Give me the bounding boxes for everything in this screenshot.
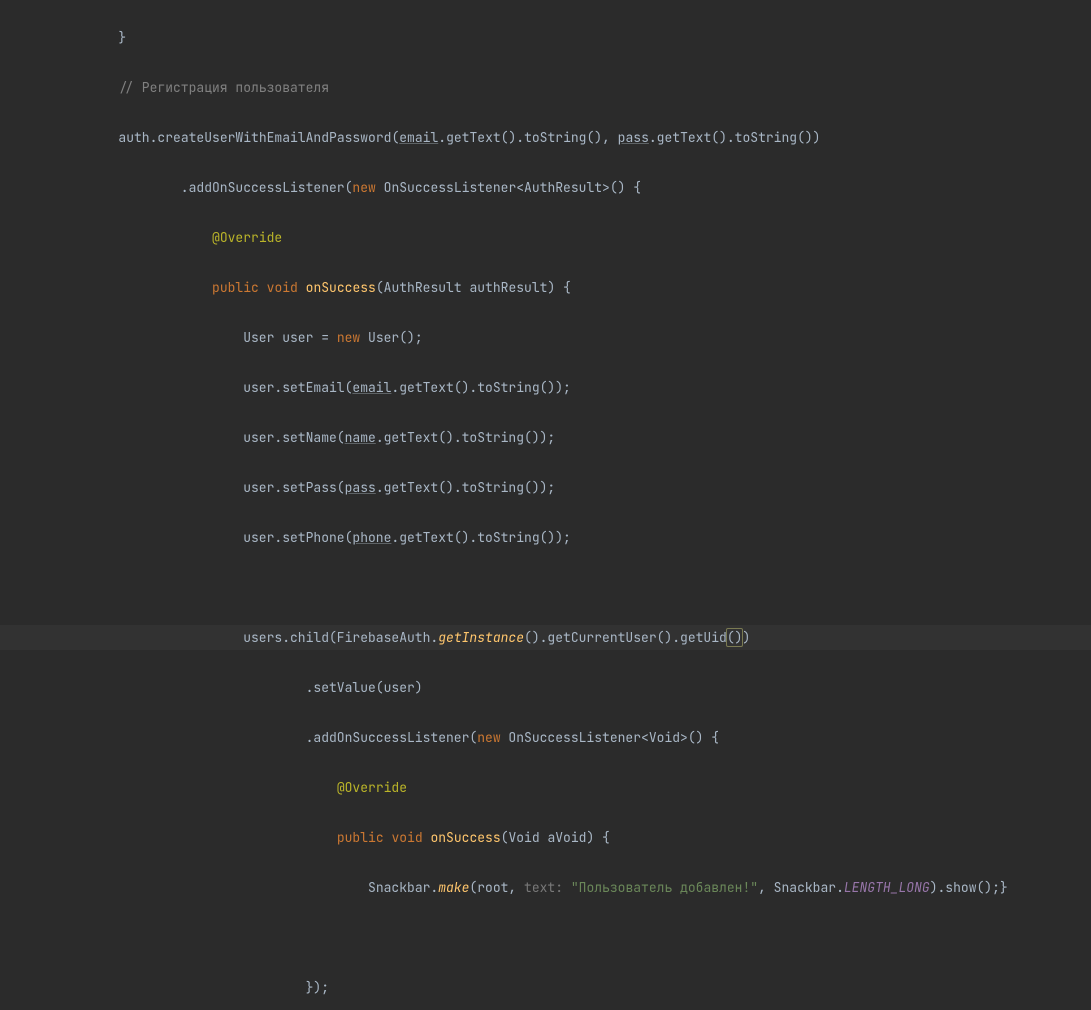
keyword-new: new xyxy=(477,729,500,746)
code-line[interactable]: @Override xyxy=(0,775,1091,800)
brace: } xyxy=(118,29,126,46)
code-line[interactable]: user.setEmail(email.getText().toString()… xyxy=(0,375,1091,400)
token: ) xyxy=(742,629,750,646)
var-pass: pass xyxy=(345,479,376,496)
code-line[interactable] xyxy=(0,925,1091,950)
code-line[interactable]: .addOnSuccessListener(new OnSuccessListe… xyxy=(0,725,1091,750)
token: .getText().toString()); xyxy=(376,479,555,496)
code-line[interactable]: user.setPass(pass.getText().toString()); xyxy=(0,475,1091,500)
token: .getText().toString(), xyxy=(438,129,617,146)
token: addOnSuccessListener( xyxy=(189,179,353,196)
token: user.setEmail( xyxy=(243,379,352,396)
code-line[interactable]: @Override xyxy=(0,225,1091,250)
token: ).show();} xyxy=(930,879,1008,896)
string-literal: "Пользователь добавлен!" xyxy=(571,879,758,896)
token: (Void aVoid) { xyxy=(501,829,610,846)
keyword-public: public xyxy=(212,279,259,296)
var-pass: pass xyxy=(618,129,649,146)
var-email: email xyxy=(352,379,391,396)
code-line[interactable]: // Регистрация пользователя xyxy=(0,75,1091,100)
token: User(); xyxy=(360,329,422,346)
annotation-override: @Override xyxy=(337,779,407,796)
token: user.setName( xyxy=(243,429,344,446)
token: .addOnSuccessListener( xyxy=(306,729,478,746)
annotation-override: @Override xyxy=(212,229,282,246)
code-line[interactable]: auth.createUserWithEmailAndPassword(emai… xyxy=(0,125,1091,150)
token xyxy=(376,179,384,196)
code-line[interactable]: .setValue(user) xyxy=(0,675,1091,700)
code-line[interactable]: } xyxy=(0,25,1091,50)
keyword-void: void xyxy=(267,279,298,296)
param-hint: text: xyxy=(524,879,563,896)
code-editor[interactable]: } // Регистрация пользователя auth.creat… xyxy=(0,0,1091,1010)
static-make: make xyxy=(438,879,469,896)
constant-length-long: LENGTH_LONG xyxy=(844,879,930,896)
token: ().getCurrentUser().getUid xyxy=(524,629,727,646)
keyword-public: public xyxy=(337,829,384,846)
static-getInstance: getInstance xyxy=(438,629,524,646)
var-name: name xyxy=(345,429,376,446)
token: User user = xyxy=(243,329,337,346)
caret-position: () xyxy=(727,629,743,646)
token: }); xyxy=(306,979,329,996)
code-line[interactable]: public void onSuccess(AuthResult authRes… xyxy=(0,275,1091,300)
token: user.setPhone( xyxy=(243,529,352,546)
token: .getText().toString()) xyxy=(649,129,821,146)
code-line[interactable]: User user = new User(); xyxy=(0,325,1091,350)
keyword-void: void xyxy=(391,829,422,846)
code-line[interactable]: Snackbar.make(root, text: "Пользователь … xyxy=(0,875,1091,900)
keyword-new: new xyxy=(337,329,360,346)
token xyxy=(563,879,571,896)
var-phone: phone xyxy=(352,529,391,546)
code-line[interactable] xyxy=(0,575,1091,600)
token: .getText().toString()); xyxy=(391,529,570,546)
token: users.child(FirebaseAuth. xyxy=(243,629,438,646)
token: .setValue(user) xyxy=(306,679,423,696)
token: createUserWithEmailAndPassword xyxy=(157,129,391,146)
token: . xyxy=(118,179,188,196)
code-line[interactable]: user.setName(name.getText().toString()); xyxy=(0,425,1091,450)
token: OnSuccessListener<AuthResult>() { xyxy=(384,179,641,196)
comment: // Регистрация пользователя xyxy=(118,79,329,96)
method-onSuccess: onSuccess xyxy=(306,279,376,296)
code-line-current[interactable]: users.child(FirebaseAuth.getInstance().g… xyxy=(0,625,1091,650)
var-email: email xyxy=(399,129,438,146)
token: , Snackbar. xyxy=(758,879,844,896)
token: OnSuccessListener<Void>() { xyxy=(501,729,719,746)
code-line[interactable]: .addOnSuccessListener(new OnSuccessListe… xyxy=(0,175,1091,200)
token: Snackbar. xyxy=(368,879,438,896)
token: .getText().toString()); xyxy=(376,429,555,446)
keyword-new: new xyxy=(352,179,375,196)
token: .getText().toString()); xyxy=(391,379,570,396)
token: user.setPass( xyxy=(243,479,344,496)
code-line[interactable]: public void onSuccess(Void aVoid) { xyxy=(0,825,1091,850)
method-onSuccess: onSuccess xyxy=(430,829,500,846)
code-line[interactable]: }); xyxy=(0,975,1091,1000)
code-line[interactable]: user.setPhone(phone.getText().toString()… xyxy=(0,525,1091,550)
token: (root, xyxy=(469,879,524,896)
token: (AuthResult authResult) { xyxy=(376,279,571,296)
token: auth xyxy=(118,129,149,146)
